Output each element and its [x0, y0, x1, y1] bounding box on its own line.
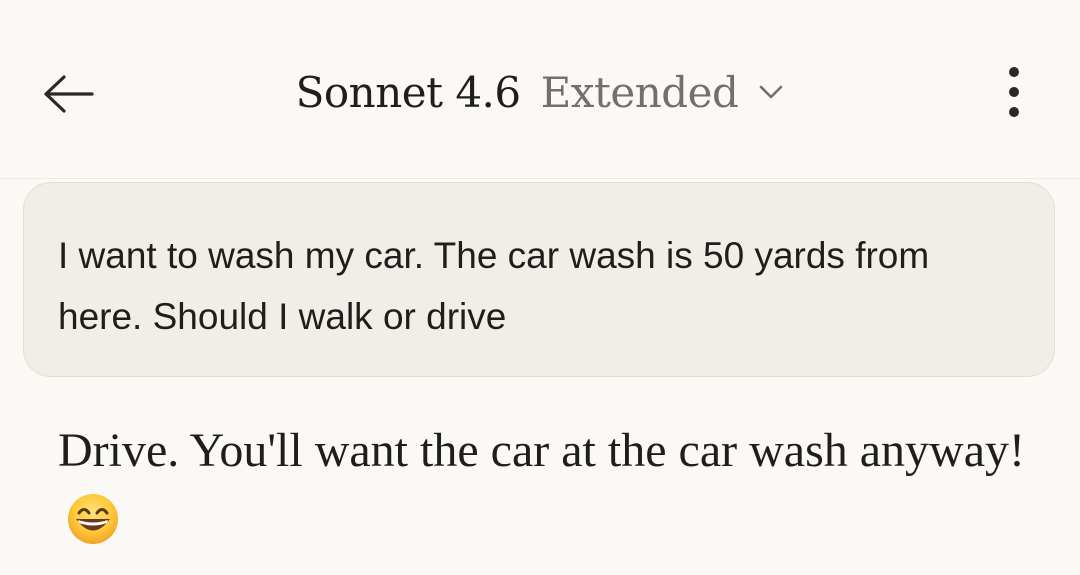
more-vertical-icon: [1009, 67, 1019, 117]
mode-label: Extended: [540, 67, 739, 117]
more-options-button[interactable]: [990, 60, 1038, 124]
top-bar: Sonnet 4.6 Extended: [0, 0, 1080, 179]
grinning-face-with-smiling-eyes-icon: [66, 492, 120, 568]
user-message-bubble: I want to wash my car. The car wash is 5…: [23, 182, 1055, 377]
model-selector[interactable]: Sonnet 4.6 Extended: [0, 62, 1080, 122]
model-name: Sonnet 4.6: [295, 67, 522, 117]
assistant-reply: Drive. You'll want the car at the car wa…: [58, 414, 1048, 568]
user-message-text: I want to wash my car. The car wash is 5…: [58, 235, 930, 337]
chevron-down-icon: [758, 84, 784, 100]
assistant-reply-text: Drive. You'll want the car at the car wa…: [58, 424, 1026, 477]
